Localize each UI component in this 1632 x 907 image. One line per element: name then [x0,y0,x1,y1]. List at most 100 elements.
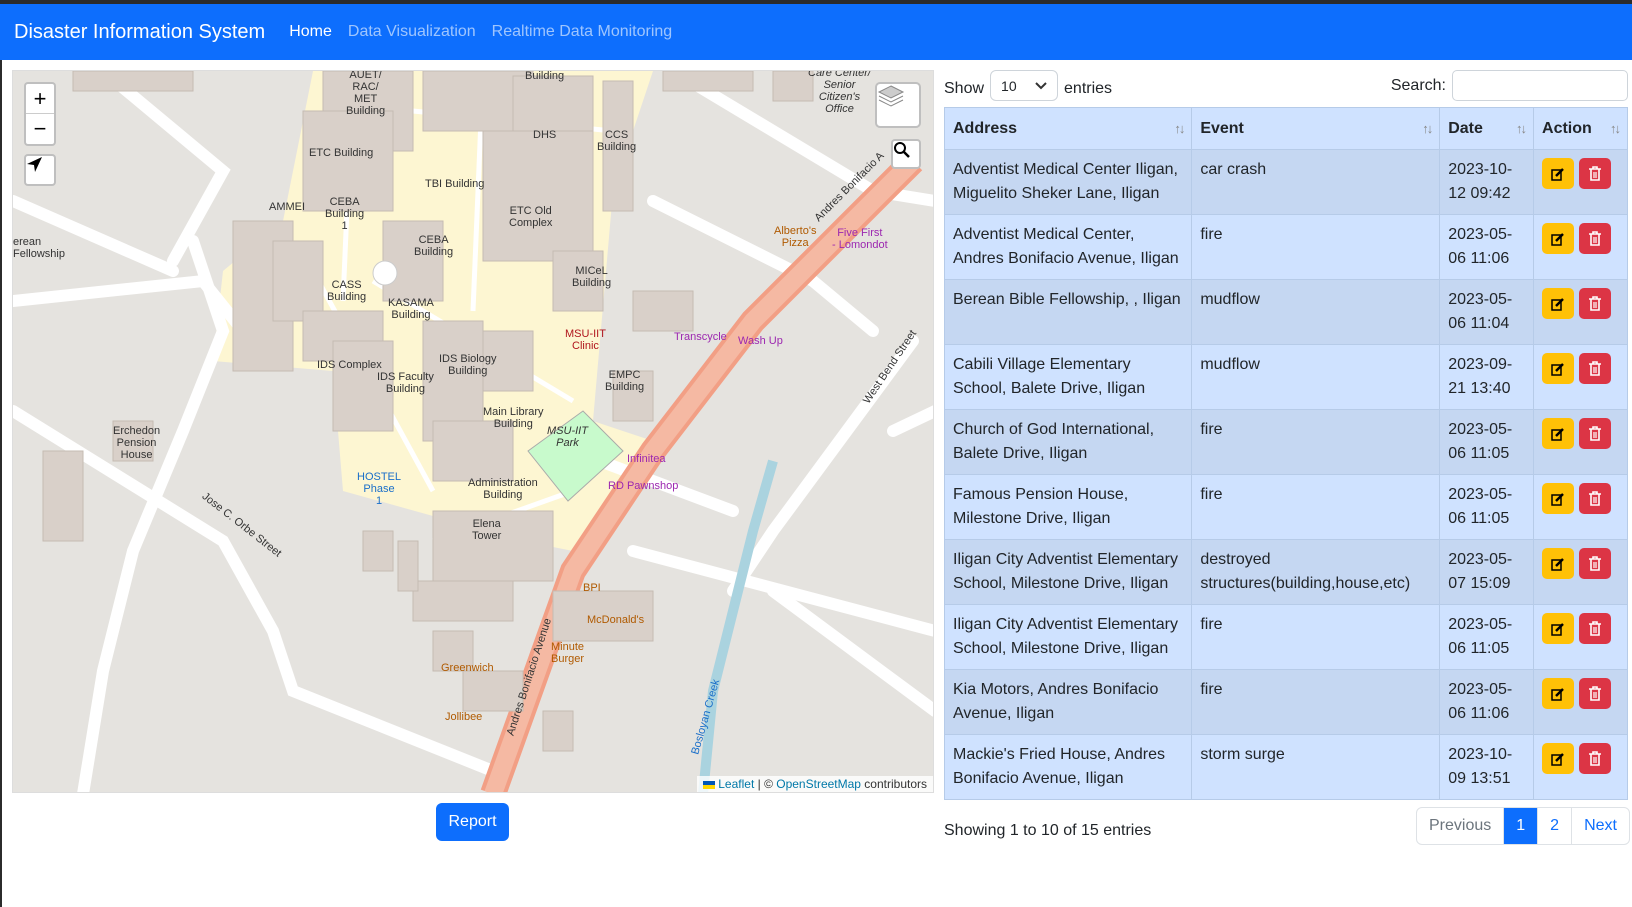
map-label-auet: AUET/RAC/MET Building [346,70,386,117]
ukraine-flag-icon [703,780,716,789]
cell-address: Cabili Village Elementary School, Balete… [943,344,1193,410]
zoom-control: + − [24,82,56,146]
cell-address: Church of God International, Balete Driv… [943,409,1193,475]
edit-button[interactable] [1542,353,1575,384]
trash-icon [1589,166,1602,181]
cell-date: 2023-10-12 09:42 [1439,149,1535,215]
edit-button[interactable] [1542,223,1575,254]
map-label-micel: MICeL Building [572,265,612,289]
map-label-ammei: AMMEI [269,201,306,213]
cell-date: 2023-05-06 11:05 [1439,604,1535,670]
table-row: Cabili Village Elementary School, Balete… [943,344,1628,410]
locate-button[interactable] [24,154,56,186]
brand[interactable]: Disaster Information System [14,21,265,44]
delete-button[interactable] [1579,678,1612,709]
nav-data-visualization[interactable]: Data Visualization [348,23,476,41]
edit-button[interactable] [1542,483,1575,514]
column-header-action[interactable]: Action ↑↓ [1533,107,1628,150]
chevron-down-icon [1035,81,1047,89]
map-label-tbi: TBI Building [425,178,485,190]
map-label-rd-pawnshop: RD Pawnshop [608,480,679,492]
cell-action [1533,279,1628,345]
trash-icon [1589,231,1602,246]
edit-button[interactable] [1542,613,1575,644]
search-icon [894,142,910,158]
edit-icon [1551,687,1564,701]
cell-address: Adventist Medical Center Iligan, Migueli… [943,149,1193,215]
edit-button[interactable] [1542,418,1575,449]
edit-icon [1551,492,1564,506]
cell-event: fire [1191,409,1441,475]
pagination-previous[interactable]: Previous [1417,808,1503,844]
cell-date: 2023-05-07 15:09 [1439,539,1535,605]
sort-icon: ↑↓ [1422,121,1433,136]
map-search-button[interactable] [891,139,921,169]
edit-button[interactable] [1542,548,1575,579]
pagination-page-1[interactable]: 1 [1503,808,1538,844]
map-label-ids-faculty: IDS Faculty Building [377,371,434,395]
cell-event: car crash [1191,149,1441,215]
map-label-park: MSU-IIT Park [547,425,588,449]
search-input[interactable] [1452,70,1628,101]
edit-icon [1551,362,1564,376]
disaster-table: Address ↑↓ Event ↑↓ Date ↑↓ Action ↑↓ Advent… [943,107,1628,800]
report-button[interactable]: Report [436,803,509,841]
cell-event: fire [1191,474,1441,540]
map-label-main-library: Main Library Building [483,406,544,430]
map-label-empc: EMPC Building [605,369,645,393]
delete-button[interactable] [1579,288,1612,319]
pagination-next[interactable]: Next [1571,808,1629,844]
nav-realtime-monitoring[interactable]: Realtime Data Monitoring [492,23,673,41]
map-label-etc-old: ETC Old Complex [509,205,553,229]
map-label-mcdonalds: McDonald's [587,614,645,626]
column-header-date[interactable]: Date ↑↓ [1439,107,1535,150]
show-label: Show [944,80,985,97]
column-header-address[interactable]: Address ↑↓ [943,107,1193,150]
map[interactable]: AUET/RAC/MET Building Building Care Cente… [12,70,934,793]
edit-icon [1551,232,1564,246]
entries-label: entries [1064,80,1113,97]
trash-icon [1589,751,1602,766]
delete-button[interactable] [1579,613,1612,644]
edit-icon [1551,427,1564,441]
map-label-transcycle: Transcycle [674,331,727,343]
delete-button[interactable] [1579,548,1612,579]
delete-button[interactable] [1579,743,1612,774]
zoom-in-button[interactable]: + [26,84,54,114]
layers-button[interactable] [875,82,921,128]
cell-date: 2023-05-06 11:06 [1439,669,1535,735]
search-label: Search: [1390,76,1446,94]
cell-event: fire [1191,214,1441,280]
osm-link[interactable]: OpenStreetMap [776,777,861,791]
table-search: Search: [1391,70,1628,101]
table-row: Iligan City Adventist Elementary School,… [943,539,1628,605]
delete-button[interactable] [1579,353,1612,384]
delete-button[interactable] [1579,223,1612,254]
entries-select[interactable]: 10 [990,70,1059,101]
delete-button[interactable] [1579,483,1612,514]
cell-action [1533,214,1628,280]
delete-button[interactable] [1579,158,1612,189]
table-row: Berean Bible Fellowship, , Iligan mudflow… [943,279,1628,345]
table-row: Iligan City Adventist Elementary School,… [943,604,1628,670]
map-label-elena: Elena Tower [472,518,502,542]
table-row: Church of God International, Balete Driv… [943,409,1628,475]
edit-button[interactable] [1542,743,1575,774]
navbar: Disaster Information System Home Data Vi… [0,4,1632,60]
sort-icon: ↑↓ [1516,121,1527,136]
delete-button[interactable] [1579,418,1612,449]
edit-icon [1551,167,1564,181]
column-header-event[interactable]: Event ↑↓ [1191,107,1441,150]
table-row: Adventist Medical Center, Andres Bonifac… [943,214,1628,280]
sort-icon: ↑↓ [1174,121,1185,136]
edit-button[interactable] [1542,678,1575,709]
pagination-page-2[interactable]: 2 [1537,808,1571,844]
leaflet-link[interactable]: Leaflet [718,777,754,791]
edit-button[interactable] [1542,158,1575,189]
table-info: Showing 1 to 10 of 15 entries [944,822,1152,839]
nav-home[interactable]: Home [289,23,332,41]
edit-button[interactable] [1542,288,1575,319]
map-label-ids-biology: IDS Biology Building [439,353,497,377]
zoom-out-button[interactable]: − [26,114,54,144]
cell-action [1533,344,1628,410]
